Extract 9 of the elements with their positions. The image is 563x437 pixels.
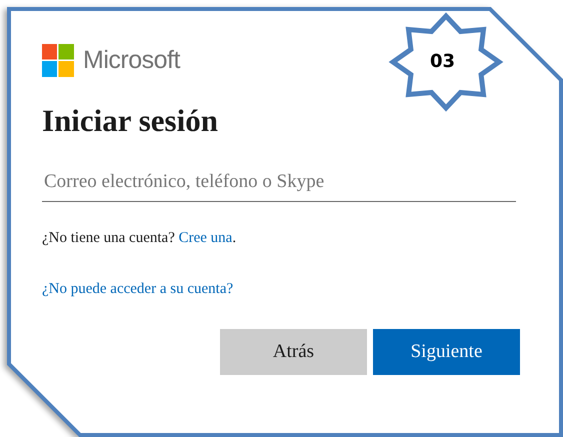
logo-text: Microsoft (83, 46, 180, 74)
badge-number: 03 (430, 50, 456, 74)
create-account-link[interactable]: Cree una (178, 230, 232, 246)
signup-prompt: ¿No tiene una cuenta? Cree una. (42, 229, 238, 248)
back-button[interactable]: Atrás (220, 329, 367, 375)
logo-icon (42, 44, 74, 76)
account-help-link[interactable]: ¿No puede acceder a su cuenta? (42, 279, 234, 299)
page-title: Iniciar sesión (42, 102, 219, 140)
next-button[interactable]: Siguiente (373, 329, 520, 375)
